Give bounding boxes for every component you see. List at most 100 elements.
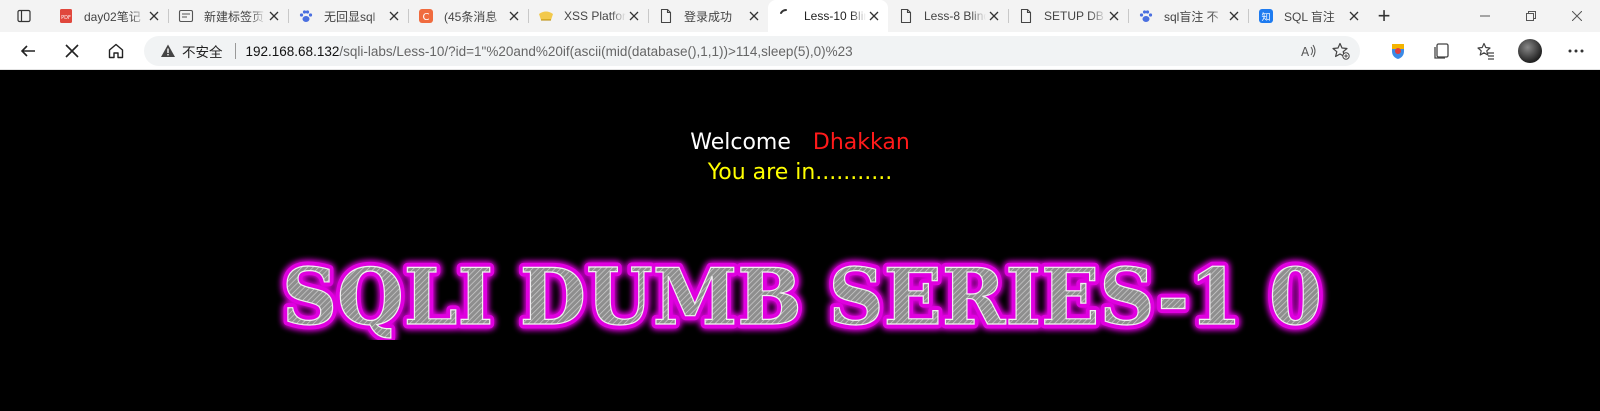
paw-icon: [1138, 8, 1154, 24]
user-name: Dhakkan: [812, 130, 910, 155]
tab-close-button[interactable]: [1346, 8, 1362, 24]
tab-close-button[interactable]: [1226, 8, 1242, 24]
tab-title: SETUP DB: [1044, 9, 1104, 23]
tab-title: Less-8 Blind: [924, 9, 986, 23]
avatar: [1518, 39, 1542, 63]
home-button[interactable]: [94, 32, 138, 70]
close-icon: [65, 43, 79, 58]
favorites-list-icon: [1477, 42, 1494, 60]
omnibox-actions: A: [1300, 42, 1350, 60]
close-icon: [269, 11, 279, 21]
browser-tab[interactable]: Less-10 Blind: [768, 0, 888, 32]
status-message: You are in...........: [707, 160, 893, 185]
page-icon: [1018, 8, 1034, 24]
tab-close-button[interactable]: [146, 8, 162, 24]
close-window-button[interactable]: [1554, 0, 1600, 32]
close-icon: [989, 11, 999, 21]
tab-actions-icon: [17, 9, 31, 23]
new-tab-button[interactable]: +: [1368, 0, 1400, 32]
extension-icon: [1392, 44, 1404, 59]
close-icon: [1229, 11, 1239, 21]
welcome-text: Welcome: [690, 130, 791, 155]
paw-icon: [298, 8, 314, 24]
zhihu-icon: 知: [1258, 8, 1274, 24]
tab-title: (45条消息: [444, 9, 498, 24]
home-icon: [108, 43, 124, 58]
close-icon: [749, 11, 759, 21]
tab-actions-button[interactable]: [0, 0, 48, 32]
back-button[interactable]: [6, 32, 50, 70]
close-icon: [629, 11, 639, 21]
browser-toolbar: 不安全 192.168.68.132/sqli-labs/Less-10/?id…: [0, 32, 1600, 70]
close-icon: [389, 11, 399, 21]
minimize-button[interactable]: [1462, 0, 1508, 32]
tab-close-button[interactable]: [1106, 8, 1122, 24]
plus-icon: +: [1377, 3, 1391, 28]
page-icon: [658, 8, 674, 24]
tab-close-button[interactable]: [266, 8, 282, 24]
favorites-button[interactable]: [1464, 32, 1508, 70]
add-favorite-icon[interactable]: [1332, 42, 1350, 60]
welcome-line: Welcome Dhakkan: [0, 130, 1600, 155]
tab-title: XSS Platform: [564, 9, 626, 23]
tab-close-button[interactable]: [506, 8, 522, 24]
csdn-icon: C: [418, 8, 434, 24]
tab-title: 登录成功: [684, 9, 733, 24]
tab-list: PDF day02笔记 新建标签页 无回显sql C (45条消息 XSS Platform…: [48, 0, 1368, 32]
banner-title: SQLI DUMB SERIES-1 0: [282, 252, 1322, 340]
profile-button[interactable]: [1508, 32, 1552, 70]
browser-tab[interactable]: PDF day02笔记: [48, 0, 168, 32]
tab-title: 无回显sql: [324, 9, 376, 24]
settings-menu-button[interactable]: [1552, 32, 1600, 70]
browser-tab[interactable]: 登录成功: [648, 0, 768, 32]
collections-button[interactable]: [1420, 32, 1464, 70]
close-icon: [1109, 11, 1119, 21]
collections-icon: [1434, 43, 1449, 59]
tab-close-button[interactable]: [386, 8, 402, 24]
tab-close-button[interactable]: [626, 8, 642, 24]
browser-tab[interactable]: C (45条消息: [408, 0, 528, 32]
browser-tab[interactable]: 新建标签页: [168, 0, 288, 32]
close-icon: [869, 11, 879, 21]
tab-title: day02笔记: [84, 9, 141, 24]
omnibox-divider: [234, 43, 236, 59]
xss-icon: [538, 8, 554, 24]
extension-button[interactable]: [1376, 32, 1420, 70]
stop-loading-button[interactable]: [50, 32, 94, 70]
tab-strip: PDF day02笔记 新建标签页 无回显sql C (45条消息 XSS Platform…: [0, 0, 1600, 32]
url-path: /sqli-labs/Less-10/?id=1"%20and%20if(asc…: [339, 43, 853, 59]
svg-text:A: A: [1301, 45, 1310, 59]
close-icon: [509, 11, 519, 21]
svg-text:C: C: [423, 12, 430, 23]
read-aloud-icon[interactable]: A: [1300, 42, 1318, 60]
restore-button[interactable]: [1508, 0, 1554, 32]
url-text[interactable]: 192.168.68.132/sqli-labs/Less-10/?id=1"%…: [246, 44, 853, 59]
restore-icon: [1526, 11, 1536, 21]
close-icon: [149, 11, 159, 21]
close-icon: [1349, 11, 1359, 21]
more-icon: [1568, 49, 1584, 53]
svg-text:PDF: PDF: [61, 15, 71, 21]
page-content: Welcome Dhakkan You are in........... SQL…: [0, 70, 1600, 411]
tab-title: sql盲注 不: [1164, 9, 1219, 24]
address-bar[interactable]: 不安全 192.168.68.132/sqli-labs/Less-10/?id…: [144, 36, 1360, 66]
tab-close-button[interactable]: [866, 8, 882, 24]
tab-title: 新建标签页: [204, 9, 265, 24]
browser-tab[interactable]: 无回显sql: [288, 0, 408, 32]
browser-tab[interactable]: XSS Platform: [528, 0, 648, 32]
browser-tab[interactable]: SETUP DB: [1008, 0, 1128, 32]
browser-tab[interactable]: 知 SQL 盲注: [1248, 0, 1368, 32]
pdf-icon: PDF: [58, 8, 74, 24]
toolbar-right: [1376, 32, 1600, 70]
tab-close-button[interactable]: [746, 8, 762, 24]
url-host: 192.168.68.132: [245, 43, 340, 59]
not-secure-label[interactable]: 不安全: [182, 41, 223, 61]
browser-tab[interactable]: Less-8 Blind: [888, 0, 1008, 32]
tab-title: Less-10 Blind: [804, 9, 866, 23]
loading-icon: [778, 8, 794, 24]
window-controls: [1462, 0, 1600, 32]
back-arrow-icon: [20, 44, 35, 57]
tab-close-button[interactable]: [986, 8, 1002, 24]
browser-tab[interactable]: sql盲注 不: [1128, 0, 1248, 32]
close-icon: [1572, 11, 1582, 21]
